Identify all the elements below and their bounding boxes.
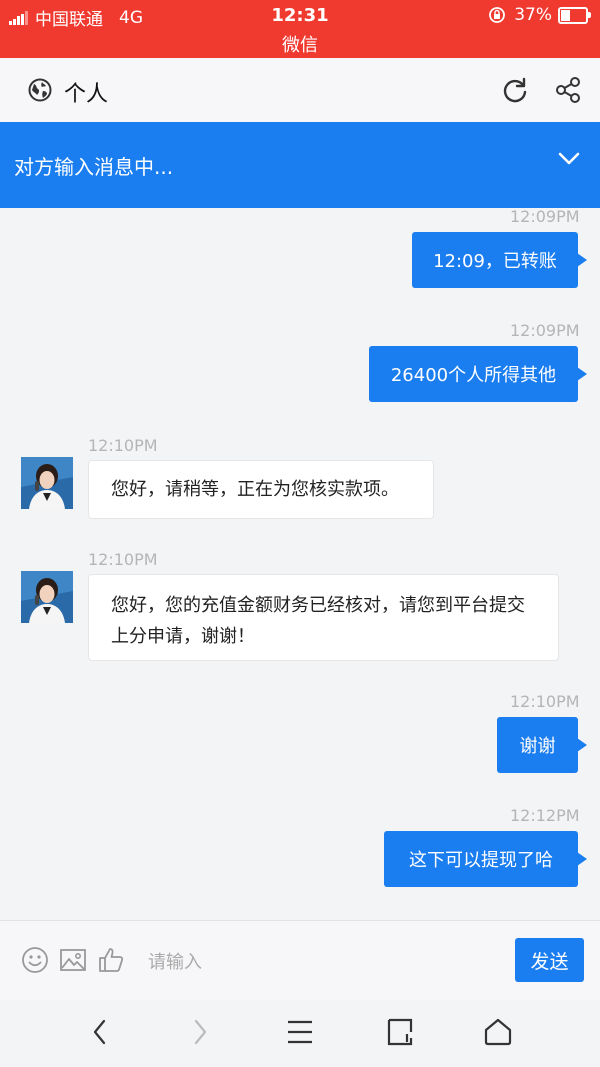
typing-indicator-text: 对方输入消息中... bbox=[14, 155, 174, 179]
status-bar: 中国联通 4G 12:31 37% 微信 bbox=[0, 0, 600, 58]
message-timestamp: 12:12PM bbox=[510, 806, 580, 825]
typing-indicator-bar[interactable]: 对方输入消息中... bbox=[0, 122, 600, 208]
refresh-icon[interactable] bbox=[501, 76, 529, 104]
chat-header: 个人 bbox=[0, 58, 600, 122]
battery-icon bbox=[558, 6, 591, 24]
message-text: 您好，您的充值金额财务已经核对，请您到平台提交上分申请，谢谢！ bbox=[111, 595, 525, 647]
message-text: 您好，请稍等，正在为您核实款项。 bbox=[111, 479, 399, 500]
send-button[interactable]: 发送 bbox=[515, 938, 584, 982]
message-input[interactable] bbox=[134, 939, 506, 985]
message-timestamp: 12:10PM bbox=[88, 550, 158, 569]
chat-messages[interactable]: 12:09PM 12:09，已转账 12:09PM 26400个人所得其他 12… bbox=[0, 207, 600, 920]
agent-avatar[interactable] bbox=[21, 571, 73, 623]
message-text: 12:09，已转账 bbox=[433, 251, 557, 272]
message-input-bar: 发送 bbox=[0, 920, 600, 1001]
message-timestamp: 12:10PM bbox=[88, 436, 158, 455]
message-text: 谢谢 bbox=[519, 736, 556, 757]
thumbs-up-icon[interactable] bbox=[97, 946, 125, 974]
message-bubble-outgoing[interactable]: 12:09，已转账 bbox=[412, 232, 587, 288]
forward-icon[interactable] bbox=[189, 1017, 211, 1047]
message-bubble-incoming[interactable]: 您好，您的充值金额财务已经核对，请您到平台提交上分申请，谢谢！ bbox=[88, 574, 559, 661]
page-title: 个人 bbox=[64, 82, 109, 107]
status-right: 37% bbox=[488, 5, 591, 25]
battery-percent: 37% bbox=[514, 5, 552, 25]
chevron-down-icon[interactable] bbox=[558, 152, 580, 166]
back-icon[interactable] bbox=[89, 1017, 111, 1047]
rotation-lock-icon bbox=[489, 7, 506, 23]
message-timestamp: 12:10PM bbox=[510, 692, 580, 711]
tabs-icon[interactable] bbox=[385, 1017, 415, 1047]
image-icon[interactable] bbox=[59, 946, 87, 974]
app-title: 微信 bbox=[282, 35, 318, 56]
message-bubble-outgoing[interactable]: 谢谢 bbox=[497, 717, 587, 773]
agent-avatar[interactable] bbox=[21, 457, 73, 509]
message-timestamp: 12:09PM bbox=[510, 207, 580, 226]
share-icon[interactable] bbox=[554, 76, 582, 104]
message-bubble-outgoing[interactable]: 这下可以提现了哈 bbox=[384, 831, 587, 887]
message-text: 这下可以提现了哈 bbox=[409, 850, 553, 871]
message-bubble-outgoing[interactable]: 26400个人所得其他 bbox=[369, 346, 587, 402]
browser-nav-bar bbox=[0, 1000, 600, 1067]
home-icon[interactable] bbox=[483, 1017, 513, 1047]
message-bubble-incoming[interactable]: 您好，请稍等，正在为您核实款项。 bbox=[88, 460, 434, 519]
message-timestamp: 12:09PM bbox=[510, 321, 580, 340]
message-text: 26400个人所得其他 bbox=[390, 365, 557, 386]
globe-icon[interactable] bbox=[28, 78, 52, 102]
emoji-icon[interactable] bbox=[21, 946, 49, 974]
menu-icon[interactable] bbox=[286, 1017, 314, 1047]
